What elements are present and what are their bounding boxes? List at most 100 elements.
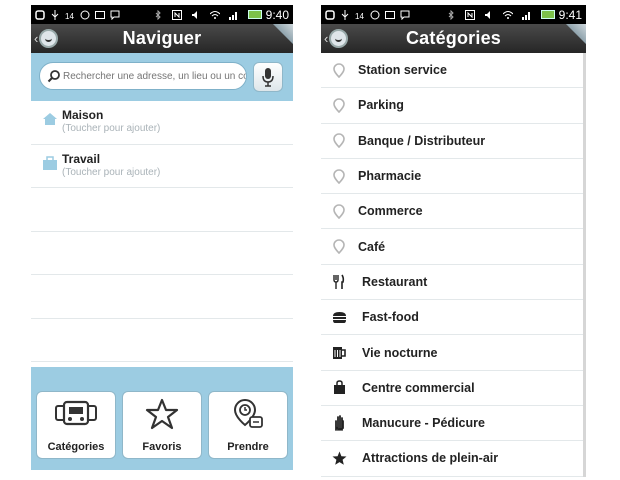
list-item-empty [31, 188, 293, 232]
mute-icon [484, 10, 494, 20]
pin-icon [331, 97, 347, 113]
list-item-category[interactable]: Vie nocturne [321, 335, 583, 371]
image-icon [385, 10, 395, 20]
bluetooth-icon [153, 9, 163, 20]
search-bar [31, 53, 293, 101]
pickup-label: Prendre [227, 441, 269, 453]
favorite-name: Maison [62, 108, 104, 122]
pin-icon [331, 203, 347, 219]
pin-icon [331, 133, 347, 149]
favorite-hint: (Toucher pour ajouter) [62, 123, 161, 134]
pickup-button[interactable]: Prendre [208, 391, 288, 459]
list-item-category[interactable]: Parking [321, 88, 583, 124]
bluetooth-icon [446, 9, 456, 20]
beer-mug-icon [331, 345, 347, 361]
star-outline-icon [145, 398, 179, 430]
list-item-category[interactable]: Restaurant [321, 265, 583, 301]
category-label: Attractions de plein-air [362, 451, 499, 466]
category-label: Station service [358, 63, 447, 78]
favorite-hint: (Toucher pour ajouter) [62, 166, 161, 178]
signal-icon [228, 10, 239, 20]
list-item-category[interactable]: Banque / Distributeur [321, 124, 583, 159]
status-right: 9:41 [446, 8, 582, 22]
category-label: Commerce [358, 204, 423, 219]
wifi-icon [209, 10, 220, 20]
shopping-bag-icon [331, 380, 347, 396]
battery-icon [247, 10, 262, 19]
svg-text:14: 14 [355, 12, 364, 20]
waze-logo-icon [329, 29, 349, 48]
favorites-label: Favoris [142, 441, 182, 453]
nfc-icon [171, 9, 182, 20]
list-item-category[interactable]: Attractions de plein-air [321, 441, 583, 477]
status-bar: 14 9:40 [31, 5, 293, 24]
search-box[interactable] [39, 62, 247, 90]
message-icon [110, 10, 120, 20]
image-icon [95, 10, 105, 20]
waze-logo-icon [39, 29, 59, 48]
list-item-category[interactable]: Commerce [321, 194, 583, 230]
nfc-icon [464, 9, 475, 20]
list-item-empty [31, 275, 293, 319]
category-label: Café [358, 239, 386, 254]
back-button[interactable]: ‹ [324, 29, 349, 48]
list-item-category[interactable]: Centre commercial [321, 371, 583, 406]
notification-icon [35, 9, 45, 20]
list-item-category[interactable]: Station service [321, 53, 583, 89]
favorites-list: Maison (Toucher pour ajouter) Travail (T… [31, 101, 293, 362]
clock-pin-icon [233, 398, 263, 428]
notification-icon [325, 9, 335, 20]
battery-icon [540, 10, 555, 19]
categories-screen: 14 9:41 ‹ Catégories Station service Par [321, 5, 586, 477]
page-corner-icon[interactable] [564, 24, 586, 46]
status-right: 9:40 [153, 8, 289, 22]
waze-icon [370, 10, 380, 20]
search-input[interactable] [63, 70, 246, 82]
favorite-name: Travail [62, 151, 101, 166]
status-bar: 14 9:41 [321, 5, 586, 24]
page-corner-icon[interactable] [271, 24, 293, 46]
title-bar: ‹ Catégories [321, 24, 586, 53]
back-button[interactable]: ‹ [34, 29, 59, 48]
pin-icon [331, 239, 347, 255]
briefcase-icon [43, 155, 57, 170]
categories-button[interactable]: Catégories [36, 391, 116, 459]
pin-icon [331, 168, 347, 184]
action-bar: Catégories Favoris Prendre [31, 367, 293, 470]
page-title: Naviguer [122, 28, 202, 48]
list-item-category[interactable]: Manucure - Pédicure [321, 406, 583, 442]
chevron-left-icon: ‹ [34, 31, 39, 46]
microphone-icon [262, 68, 274, 87]
list-item-category[interactable]: Fast-food [321, 300, 583, 336]
burger-icon [331, 309, 347, 325]
title-bar: ‹ Naviguer [31, 24, 293, 53]
hand-icon [331, 415, 347, 432]
page-title: Catégories [405, 28, 502, 48]
category-label: Centre commercial [362, 380, 475, 395]
navigate-screen: 14 9:40 ‹ Naviguer Rechercher une adress… [31, 5, 293, 470]
voice-search-button[interactable] [253, 62, 283, 92]
list-item-empty [31, 319, 293, 362]
list-item-category[interactable]: Café [321, 229, 583, 265]
chevron-left-icon: ‹ [324, 31, 329, 46]
categories-icon [55, 400, 97, 426]
list-item-category[interactable]: Pharmacie [321, 159, 583, 195]
star-icon [331, 450, 347, 466]
categories-list: Station service Parking Banque / Distrib… [321, 53, 586, 477]
wifi-icon [502, 10, 513, 20]
search-icon [47, 70, 60, 83]
mute-icon [191, 10, 201, 20]
fork-knife-icon [331, 274, 347, 290]
calendar-icon: 14 [355, 10, 365, 21]
status-time: 9:40 [265, 7, 289, 22]
categories-label: Catégories [47, 441, 105, 453]
status-time: 9:41 [558, 7, 582, 22]
list-item-home[interactable]: Maison (Toucher pour ajouter) [31, 101, 293, 145]
signal-icon [521, 10, 532, 20]
category-label: Vie nocturne [362, 345, 438, 360]
usb-icon [340, 9, 350, 20]
favorites-button[interactable]: Favoris [122, 391, 202, 459]
category-label: Fast-food [362, 310, 419, 325]
list-item-work[interactable]: Travail (Toucher pour ajouter) [31, 145, 293, 188]
waze-icon [80, 10, 90, 20]
